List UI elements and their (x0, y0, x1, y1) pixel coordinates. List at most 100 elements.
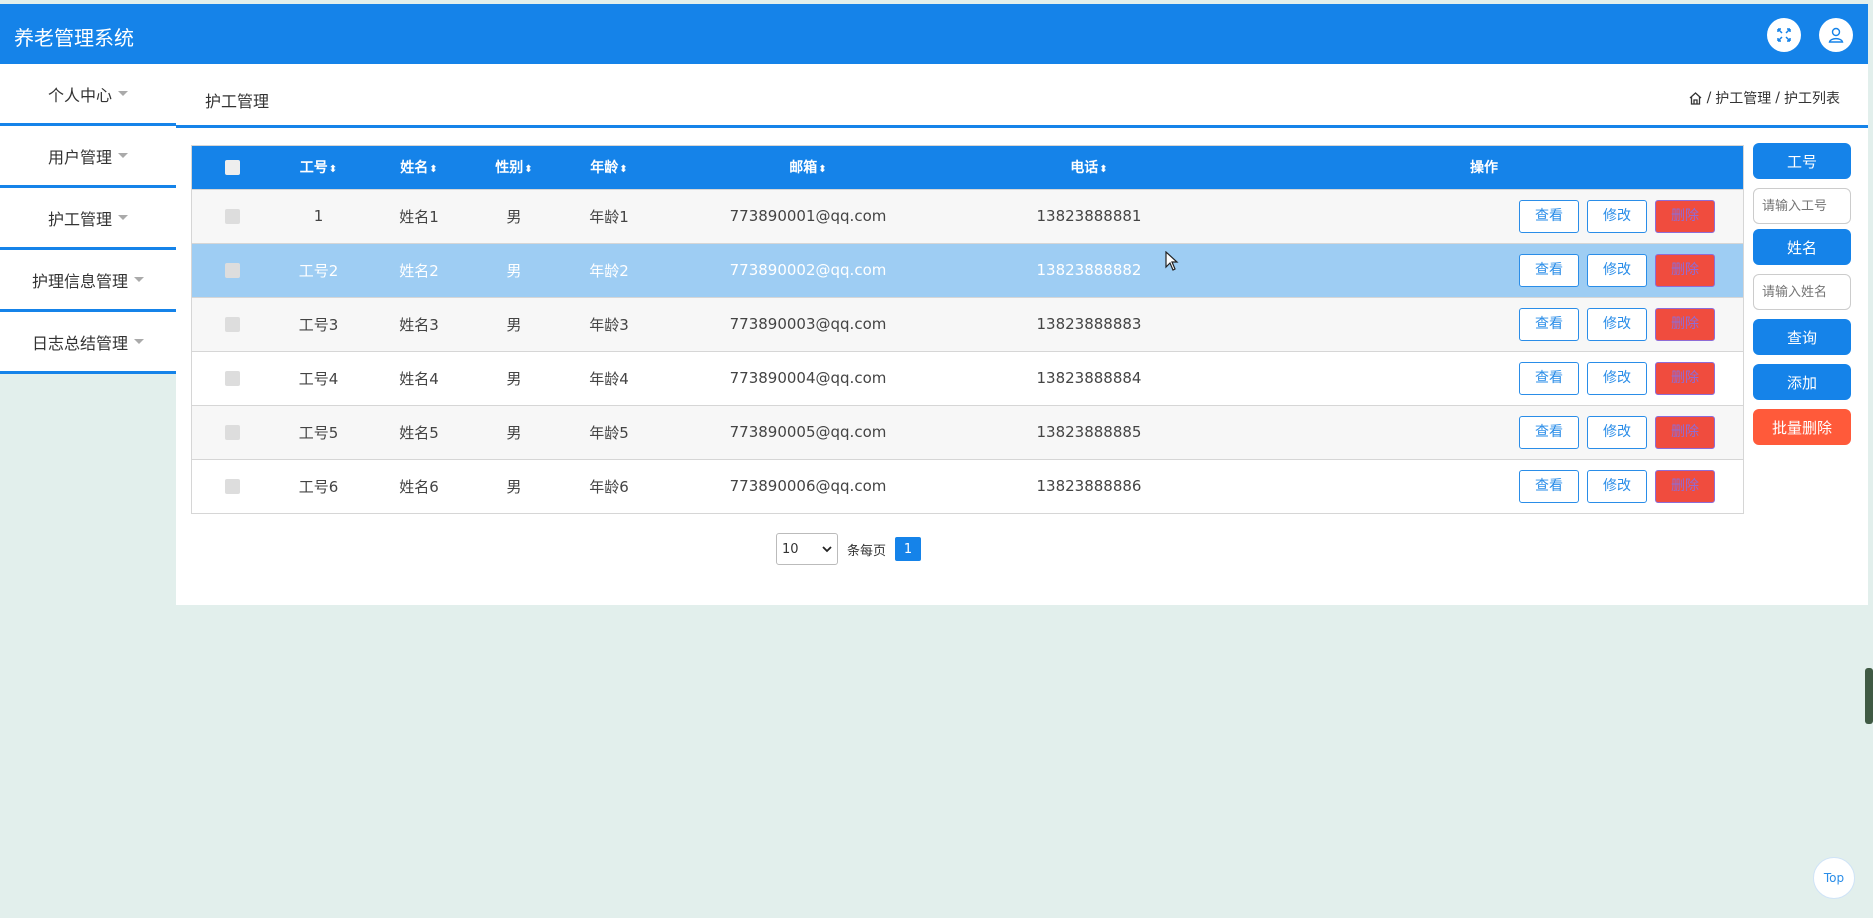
cell-email: 773890004@qq.com (729, 369, 887, 387)
view-button[interactable]: 查看 (1519, 469, 1579, 503)
cell-id: 工号4 (298, 369, 339, 388)
name-search-input[interactable] (1753, 274, 1851, 310)
id-search-input[interactable] (1753, 188, 1851, 224)
delete-button[interactable]: 删除 (1655, 307, 1715, 341)
row-checkbox[interactable] (224, 317, 240, 332)
name-label-button[interactable]: 姓名 (1753, 229, 1851, 265)
edit-button[interactable]: 修改 (1587, 415, 1647, 449)
breadcrumb-item[interactable]: 护工管理 (1715, 88, 1771, 108)
breadcrumb-item: 护工列表 (1784, 91, 1840, 107)
top-bar: 养老管理系统 (0, 4, 1868, 64)
caret-down-icon (118, 153, 128, 158)
view-button[interactable]: 查看 (1519, 199, 1579, 233)
delete-button[interactable]: 删除 (1655, 361, 1715, 395)
back-to-top-button[interactable]: Top (1813, 857, 1855, 899)
cell-name: 姓名6 (399, 477, 439, 496)
column-header-email[interactable]: 邮箱⬍ (663, 146, 953, 189)
view-button[interactable]: 查看 (1519, 253, 1579, 287)
scrollbar-thumb[interactable] (1865, 668, 1873, 724)
checkbox-cell (192, 297, 272, 351)
sidebar-item-user-management[interactable]: 用户管理 (0, 126, 176, 188)
cell-gender: 男 (506, 207, 522, 226)
edit-button[interactable]: 修改 (1587, 361, 1647, 395)
sort-icon: ⬍ (524, 164, 533, 176)
sidebar-item-log-summary[interactable]: 日志总结管理 (0, 312, 176, 374)
sort-icon: ⬍ (1099, 164, 1108, 176)
chevron-down-icon (822, 546, 832, 553)
sidebar: 个人中心 用户管理 护工管理 护理信息管理 日志总结管理 (0, 64, 176, 374)
column-header-phone[interactable]: 电话⬍ (953, 146, 1225, 189)
cell-gender: 男 (506, 423, 522, 442)
breadcrumb: / 护工管理 / 护工列表 (1688, 88, 1840, 108)
cell-id: 工号2 (298, 261, 339, 280)
table-row[interactable]: 工号2 姓名2 男 年龄2 773890002@qq.com 13823888882 查看修… (192, 243, 1743, 297)
delete-button[interactable]: 删除 (1655, 253, 1715, 287)
column-header-actions: 操作 (1470, 160, 1498, 177)
sidebar-item-label: 护工管理 (47, 209, 112, 229)
table-row[interactable]: 工号3 姓名3 男 年龄3 773890003@qq.com 13823888883 查看修… (192, 297, 1743, 351)
edit-button[interactable]: 修改 (1587, 469, 1647, 503)
view-button[interactable]: 查看 (1519, 361, 1579, 395)
cell-id: 工号6 (298, 477, 339, 496)
sidebar-item-nursing-info[interactable]: 护理信息管理 (0, 250, 176, 312)
sidebar-item-caregiver-management[interactable]: 护工管理 (0, 188, 176, 250)
table-row[interactable]: 1 姓名1 男 年龄1 773890001@qq.com 13823888881 查看 修改删… (192, 189, 1743, 243)
sidebar-item-label: 个人中心 (47, 85, 112, 105)
cell-age: 年龄2 (589, 261, 629, 280)
page-size-select[interactable]: 10 (776, 533, 838, 565)
cell-id: 1 (313, 207, 324, 225)
select-all-checkbox[interactable] (224, 159, 240, 175)
table-row[interactable]: 工号6 姓名6 男 年龄6 773890006@qq.com 13823888886 查看修… (192, 459, 1743, 513)
column-header-gender[interactable]: 性别⬍ (473, 146, 555, 189)
row-checkbox[interactable] (224, 209, 240, 224)
column-header-name[interactable]: 姓名⬍ (365, 146, 473, 189)
cell-gender: 男 (506, 477, 522, 496)
caret-down-icon (118, 91, 128, 96)
sidebar-item-label: 用户管理 (47, 147, 112, 167)
id-label-button[interactable]: 工号 (1753, 143, 1851, 179)
page-number-current[interactable]: 1 (895, 537, 922, 561)
pagination: 10 条每页 1 (776, 533, 922, 565)
caret-down-icon (118, 215, 128, 220)
page-size-value: 10 (782, 541, 799, 557)
content-header: 护工管理 / 护工管理 / 护工列表 (176, 64, 1868, 128)
view-button[interactable]: 查看 (1519, 415, 1579, 449)
row-checkbox[interactable] (224, 479, 240, 495)
delete-button[interactable]: 删除 (1655, 199, 1715, 233)
caret-down-icon (134, 339, 144, 344)
mouse-cursor-icon (1165, 251, 1179, 271)
delete-button[interactable]: 删除 (1655, 469, 1715, 503)
delete-button[interactable]: 删除 (1655, 415, 1715, 449)
cell-phone: 13823888885 (1036, 423, 1142, 441)
row-checkbox[interactable] (224, 263, 240, 278)
row-checkbox[interactable] (224, 425, 240, 440)
column-header-id[interactable]: 工号⬍ (272, 146, 365, 189)
column-header-age[interactable]: 年龄⬍ (555, 146, 663, 189)
sidebar-item-label: 护理信息管理 (31, 271, 128, 291)
edit-button[interactable]: 修改 (1587, 199, 1647, 233)
sidebar-item-label: 日志总结管理 (31, 333, 128, 353)
cell-phone: 13823888886 (1036, 477, 1142, 496)
table-header-row: 工号⬍ 姓名⬍ 性别⬍ 年龄⬍ 邮箱⬍ 电话⬍ 操作 (192, 146, 1743, 189)
cell-email: 773890006@qq.com (729, 477, 887, 496)
batch-delete-button[interactable]: 批量删除 (1753, 409, 1851, 445)
row-checkbox[interactable] (224, 371, 240, 386)
table-row[interactable]: 工号4 姓名4 男 年龄4 773890004@qq.com 13823888884 查看修… (192, 351, 1743, 405)
cell-actions: 查看 修改 删除 (1225, 459, 1743, 513)
table-row[interactable]: 工号5 姓名5 男 年龄5 773890005@qq.com 13823888885 查看修… (192, 405, 1743, 459)
user-avatar-button[interactable] (1819, 18, 1853, 52)
edit-button[interactable]: 修改 (1587, 253, 1647, 287)
add-button[interactable]: 添加 (1753, 364, 1851, 400)
cell-name: 姓名3 (399, 315, 439, 334)
query-button[interactable]: 查询 (1753, 319, 1851, 355)
view-button[interactable]: 查看 (1519, 307, 1579, 341)
sidebar-item-personal-center[interactable]: 个人中心 (0, 64, 176, 126)
edit-button[interactable]: 修改 (1587, 307, 1647, 341)
cell-gender: 男 (506, 369, 522, 388)
fullscreen-button[interactable] (1767, 18, 1801, 52)
app-title: 养老管理系统 (14, 26, 134, 50)
home-icon[interactable] (1688, 91, 1703, 106)
cell-phone: 13823888883 (1036, 315, 1142, 333)
breadcrumb-separator: / (1775, 90, 1780, 106)
cell-name: 姓名1 (399, 207, 439, 226)
